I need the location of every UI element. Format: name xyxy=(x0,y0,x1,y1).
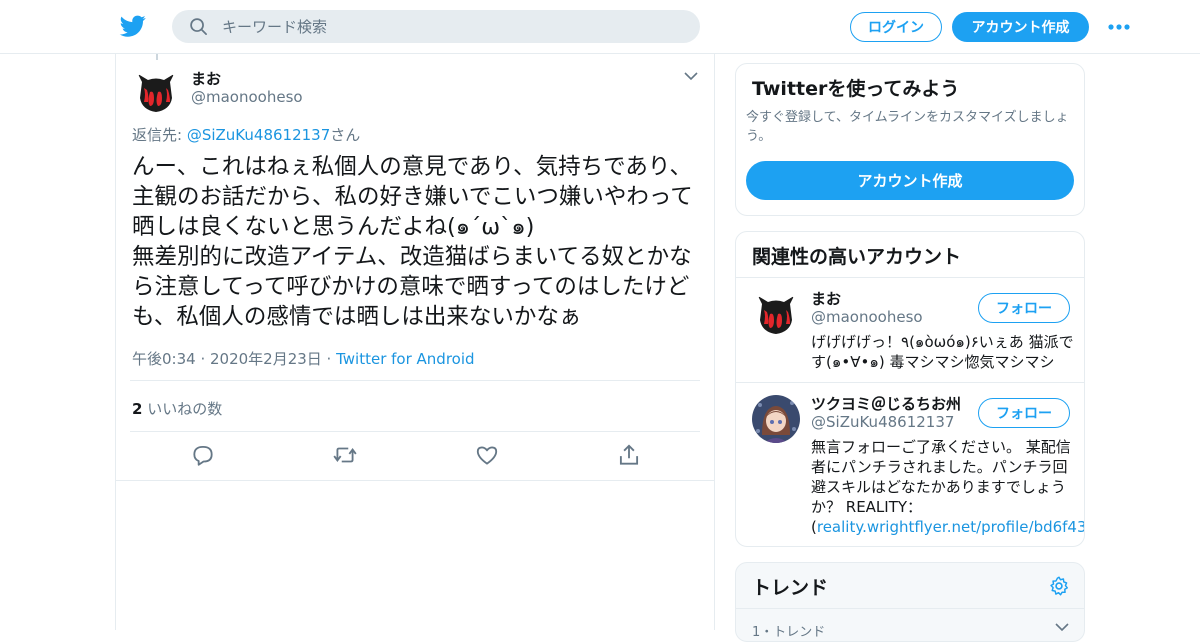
tweet-actions xyxy=(116,432,714,480)
related-accounts-title: 関連性の高いアカウント xyxy=(752,246,962,268)
follow-button[interactable]: フォロー xyxy=(978,398,1070,428)
like-icon[interactable] xyxy=(474,442,500,468)
author-name[interactable]: まお xyxy=(191,68,221,89)
account-handle[interactable]: @SiZuKu48612137 xyxy=(811,413,954,431)
like-count-value: 2 xyxy=(132,400,143,418)
related-account-item[interactable]: ツクヨミ＠じるちお州 @SiZuKu48612137 フォロー 無言フォローご了… xyxy=(736,383,1084,546)
account-avatar[interactable] xyxy=(752,395,800,443)
author-avatar[interactable] xyxy=(132,68,180,116)
top-bar: ログイン アカウント作成 xyxy=(0,0,1200,54)
avatar-image xyxy=(752,290,800,338)
trend-item[interactable]: 1・トレンド xyxy=(752,621,825,640)
account-name[interactable]: ツクヨミ＠じるちお州 xyxy=(811,393,961,414)
tweet-timestamp[interactable]: 午後0:34 · 2020年2月23日 · xyxy=(132,350,336,368)
reply-context: 返信先: @SiZuKu48612137さん xyxy=(132,124,360,145)
signup-card-button[interactable]: アカウント作成 xyxy=(746,161,1074,200)
like-count-label: いいねの数 xyxy=(142,400,223,418)
account-handle[interactable]: @maonooheso xyxy=(811,308,923,326)
trends-title: トレンド xyxy=(752,577,829,599)
tweet-meta: 午後0:34 · 2020年2月23日 · Twitter for Androi… xyxy=(132,348,475,369)
tweet-text: んー、これはねぇ私個人の意見であり、気持ちであり、主観のお話だから、私の好き嫌い… xyxy=(132,154,693,330)
like-count[interactable]: 2 いいねの数 xyxy=(132,398,222,419)
signup-card-description: 今すぐ登録して、タイムラインをカスタマイズしましょう。 xyxy=(746,110,1069,144)
related-account-item[interactable]: まお @maonooheso フォロー げげげげっ！٩(๑òωó๑)۶いぇあ 猫… xyxy=(736,278,1084,382)
chevron-down-icon[interactable] xyxy=(1054,621,1070,633)
tweet-column: まお @maonooheso 返信先: @SiZuKu48612137さん んー… xyxy=(115,54,715,630)
search-input[interactable] xyxy=(222,10,682,43)
reply-prefix: 返信先: xyxy=(132,126,187,144)
login-button[interactable]: ログイン xyxy=(850,12,942,42)
trends-card: トレンド 1・トレンド xyxy=(735,562,1085,642)
avatar-image xyxy=(752,395,800,443)
account-name[interactable]: まお xyxy=(811,288,841,309)
related-accounts-card: 関連性の高いアカウント まお @maonooheso フォロー げげげげっ！٩(… xyxy=(735,231,1085,547)
reply-to-link[interactable]: @SiZuKu48612137 xyxy=(187,126,330,144)
thread-line xyxy=(156,54,158,60)
twitter-bird-icon[interactable] xyxy=(119,13,147,39)
account-avatar[interactable] xyxy=(752,290,800,338)
signup-button[interactable]: アカウント作成 xyxy=(952,12,1089,42)
share-icon[interactable] xyxy=(616,442,642,468)
account-bio: げげげげっ！٩(๑òωó๑)۶いぇあ 猫派です(๑•∀•๑) 毒マシマシ惚気マシ… xyxy=(811,333,1074,371)
search-box[interactable] xyxy=(172,10,700,43)
avatar-image xyxy=(132,68,180,116)
chevron-down-icon[interactable] xyxy=(683,70,699,82)
reply-suffix: さん xyxy=(330,126,361,144)
gear-icon[interactable] xyxy=(1048,575,1070,597)
divider xyxy=(736,608,1084,609)
tweet-source-link[interactable]: Twitter for Android xyxy=(336,350,474,368)
account-bio-link[interactable]: reality.wrightflyer.net/profile/bd6f43… xyxy=(817,518,1084,536)
more-options-icon[interactable] xyxy=(1106,17,1132,37)
follow-button[interactable]: フォロー xyxy=(978,293,1070,323)
reply-icon[interactable] xyxy=(190,442,216,468)
signup-card: Twitterを使ってみよう 今すぐ登録して、タイムラインをカスタマイズしましょ… xyxy=(735,63,1085,216)
search-icon xyxy=(190,18,207,35)
author-handle[interactable]: @maonooheso xyxy=(191,88,303,106)
divider xyxy=(130,380,700,381)
divider xyxy=(116,480,714,481)
account-bio: 無言フォローご了承ください。 某配信者にパンチラされました。パンチラ回避スキルは… xyxy=(811,437,1084,537)
retweet-icon[interactable] xyxy=(332,442,358,468)
signup-card-title: Twitterを使ってみよう xyxy=(752,78,960,100)
